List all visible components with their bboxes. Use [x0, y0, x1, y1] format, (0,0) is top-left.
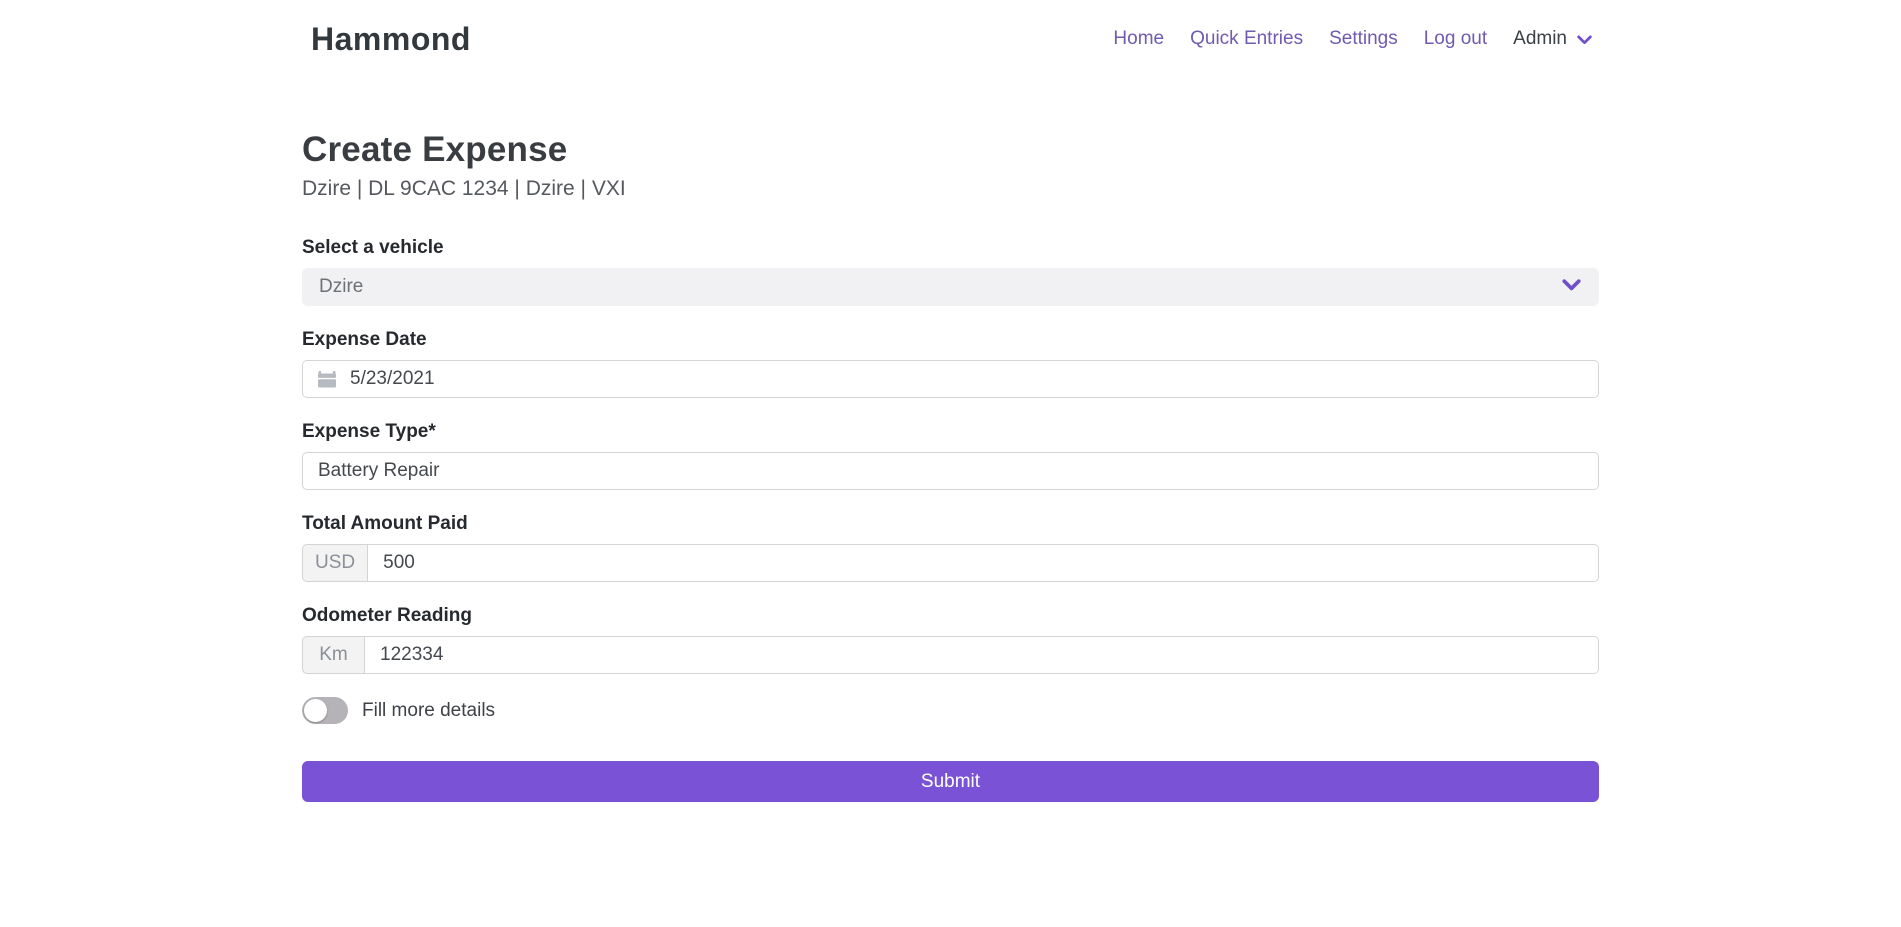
fill-more-details-row: Fill more details	[302, 697, 1599, 724]
expense-date-input[interactable]	[302, 360, 1599, 398]
create-expense-form: Select a vehicle Dzire Expense Date	[302, 237, 1599, 802]
vehicle-field: Select a vehicle Dzire	[302, 237, 1599, 306]
brand-logo[interactable]: Hammond	[311, 21, 471, 58]
nav-link-logout[interactable]: Log out	[1424, 28, 1487, 50]
nav-link-settings[interactable]: Settings	[1329, 28, 1398, 50]
nav-link-quick-entries[interactable]: Quick Entries	[1190, 28, 1303, 50]
page-subtitle: Dzire | DL 9CAC 1234 | Dzire | VXI	[302, 177, 1599, 201]
top-navbar: Hammond Home Quick Entries Settings Log …	[0, 0, 1901, 78]
chevron-down-icon	[1567, 31, 1593, 48]
nav-link-home[interactable]: Home	[1113, 28, 1164, 50]
expense-type-label: Expense Type*	[302, 421, 1599, 443]
page-title: Create Expense	[302, 130, 1599, 170]
odometer-field: Odometer Reading Km	[302, 605, 1599, 674]
submit-button[interactable]: Submit	[302, 761, 1599, 802]
fill-more-details-toggle[interactable]	[302, 697, 348, 724]
calendar-icon	[317, 369, 337, 389]
chevron-down-icon	[1561, 274, 1582, 300]
currency-prefix: USD	[302, 544, 367, 582]
expense-type-input[interactable]	[302, 452, 1599, 490]
expense-type-field: Expense Type*	[302, 421, 1599, 490]
expense-date-field: Expense Date	[302, 329, 1599, 398]
vehicle-selected-value: Dzire	[319, 276, 363, 298]
toggle-knob	[304, 699, 327, 722]
vehicle-label: Select a vehicle	[302, 237, 1599, 259]
distance-unit-prefix: Km	[302, 636, 364, 674]
total-amount-label: Total Amount Paid	[302, 513, 1599, 535]
total-amount-input[interactable]	[367, 544, 1599, 582]
expense-date-label: Expense Date	[302, 329, 1599, 351]
fill-more-details-label: Fill more details	[362, 700, 495, 722]
total-amount-field: Total Amount Paid USD	[302, 513, 1599, 582]
odometer-input[interactable]	[364, 636, 1599, 674]
vehicle-select[interactable]: Dzire	[302, 268, 1599, 306]
user-menu-admin[interactable]: Admin	[1513, 28, 1593, 50]
odometer-label: Odometer Reading	[302, 605, 1599, 627]
main-nav: Home Quick Entries Settings Log out Admi…	[1087, 28, 1593, 50]
user-menu-label: Admin	[1513, 28, 1567, 50]
